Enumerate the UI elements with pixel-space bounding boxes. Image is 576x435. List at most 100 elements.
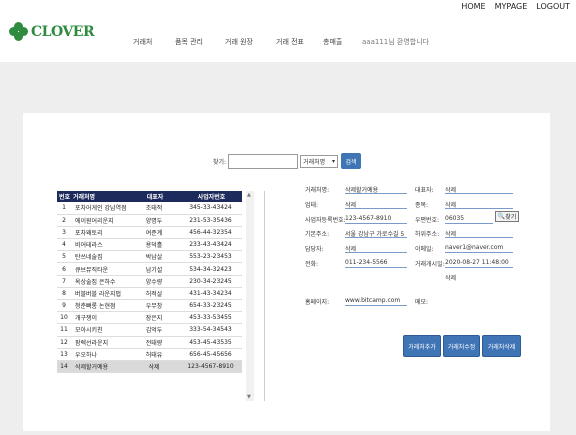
scroll-up-icon[interactable]: ▲ [247, 192, 251, 198]
item-label: 종목: [415, 202, 429, 209]
zip-search-button[interactable]: 🔍 찾기 [495, 211, 519, 222]
cell-name: 청춘뻐롱 논현점 [71, 299, 129, 313]
cell-bizno: 231-53-35436 [179, 214, 242, 227]
table-row[interactable]: 7 옥상술집 은하수 양수량 230-34-23245 [57, 275, 242, 288]
add-client-button[interactable]: 거래처추가 [403, 335, 441, 357]
cell-ceo: 남기설 [129, 262, 179, 276]
ceo-field[interactable]: 삭제 [445, 183, 513, 194]
cell-ceo: 허적살 [129, 287, 179, 301]
welcome-text: aaa111님 환영합니다 [362, 38, 430, 46]
table-row[interactable]: 3 포차왜토리 여준계 456-44-32354 [57, 226, 242, 240]
cell-bizno: 233-43-43424 [179, 238, 242, 252]
manager-field[interactable]: 삭제 [345, 242, 407, 253]
cell-ceo: 김억두 [129, 323, 179, 337]
address2-field[interactable]: 삭제 [445, 227, 513, 238]
business-field[interactable]: 삭제 [345, 198, 407, 209]
address-field[interactable]: 서울 강남구 가로수길 5 [345, 227, 407, 238]
homepage-label: 홈페이지: [305, 299, 330, 306]
cell-bizno: 431-43-34234 [179, 287, 242, 301]
nav-item-slip[interactable]: 거래 전표 [276, 37, 304, 47]
table-row[interactable]: 5 탄쓰네술집 박남살 553-23-23453 [57, 250, 242, 264]
client-table: 번호 거래처명 대표자 사업자번호 1 포차어게인 강남역점 조태적 345-33-4… [57, 191, 242, 374]
client-panel: 찾기: 거래처명 ▾ 검색 번호 거래처명 대표자 사업자번호 1 포차어게인 강… [23, 113, 550, 431]
table-row[interactable]: 6 큐브뮤직타운 남기설 534-34-32423 [57, 262, 242, 276]
cell-bizno: 656-45-45656 [179, 348, 242, 361]
delete-client-button[interactable]: 거래처삭제 [482, 335, 521, 357]
cell-ceo: 조태적 [129, 202, 179, 215]
table-header-row: 번호 거래처명 대표자 사업자번호 [57, 191, 242, 202]
table-row[interactable]: 2 에이원어리운지 양명두 231-53-35436 [57, 214, 242, 227]
memo-field[interactable] [445, 295, 513, 306]
cell-bizno: 456-44-32354 [179, 226, 242, 240]
item-field[interactable]: 삭제 [445, 198, 513, 209]
nav-item-ledger[interactable]: 거래 원장 [225, 37, 253, 47]
cell-name: 팜렉선라운지 [71, 336, 129, 349]
search-label: 찾기: [213, 158, 227, 166]
table-row[interactable]: 9 청춘뻐롱 논현점 우무창 654-33-23245 [57, 299, 242, 313]
zip-field[interactable]: 06035 [445, 213, 493, 224]
search-input[interactable] [228, 153, 299, 169]
edit-client-button[interactable]: 거래처수정 [443, 335, 480, 357]
table-row[interactable]: 12 팜렉선라운지 전태량 453-45-43535 [57, 336, 242, 349]
cell-ceo: 전태량 [129, 336, 179, 349]
start-date-label: 거래개시일: [415, 261, 445, 268]
col-header-no: 번호 [57, 191, 71, 202]
cell-ceo: 여준계 [129, 226, 179, 240]
cell-no: 11 [57, 323, 71, 337]
table-row[interactable]: 11 모아시키친 김억두 333-54-34543 [57, 323, 242, 337]
cell-bizno: 553-23-23453 [179, 250, 242, 264]
cell-bizno: 654-33-23245 [179, 299, 242, 313]
cell-name: 옥상술집 은하수 [71, 275, 129, 288]
cell-no: 14 [57, 360, 71, 374]
bizno-field[interactable]: 123-4567-8910 [345, 213, 407, 224]
logout-link[interactable]: LOGOUT [536, 2, 570, 11]
col-header-bizno: 사업자번호 [179, 191, 242, 202]
cell-name: 모아시키친 [71, 323, 129, 337]
magnifier-icon: 🔍 [497, 213, 506, 220]
scroll-down-icon[interactable]: ▼ [247, 394, 251, 400]
client-detail-form: 거래처명: 삭제할거예용 대표자: 삭제 업태: 삭제 종목: 삭제 사업자등록… [305, 113, 545, 431]
mypage-link[interactable]: MYPAGE [495, 2, 528, 11]
nav-item-client[interactable]: 거래처 [133, 37, 152, 47]
company-field[interactable]: 삭제할거예용 [345, 183, 407, 194]
cell-name: 큐브뮤직타운 [71, 262, 129, 276]
nav-item-total-sales[interactable]: 총매출 [323, 37, 342, 47]
table-row[interactable]: 1 포차어게인 강남역점 조태적 345-33-43424 [57, 202, 242, 215]
company-label: 거래처명: [305, 187, 330, 194]
client-list: 번호 거래처명 대표자 사업자번호 1 포차어게인 강남역점 조태적 345-33-4… [57, 191, 265, 401]
email-label: 이메일: [415, 246, 434, 253]
home-link[interactable]: HOME [461, 2, 485, 11]
start-date-extra: 삭제 [445, 275, 457, 282]
start-date-field[interactable]: 2020-08-27 11:48:00 [445, 257, 513, 268]
cell-ceo: 박남살 [129, 250, 179, 264]
cell-bizno: 123-4567-8910 [179, 360, 242, 374]
cell-no: 9 [57, 299, 71, 313]
logo[interactable]: CLOVER [9, 22, 95, 42]
cell-name: 포차어게인 강남역점 [71, 202, 129, 215]
ceo-label: 대표자: [415, 187, 434, 194]
cell-name: 버블버블 라운지펍 [71, 287, 129, 301]
col-header-name: 거래처명 [71, 191, 129, 202]
cell-ceo: 양수량 [129, 275, 179, 288]
cell-no: 10 [57, 311, 71, 325]
cell-bizno: 345-33-43424 [179, 202, 242, 215]
phone-field[interactable]: 011-234-5566 [345, 257, 407, 268]
table-row-selected[interactable]: 14 삭제할거예용 삭제 123-4567-8910 [57, 360, 242, 374]
cell-name: 개구쟁이 [71, 311, 129, 325]
clover-icon [9, 22, 29, 42]
table-row[interactable]: 4 비어테라스 용덕흘 233-43-43424 [57, 238, 242, 252]
list-scrollbar[interactable]: ▲ ▼ [246, 191, 254, 401]
table-row[interactable]: 13 우오하나 허태유 656-45-45656 [57, 348, 242, 361]
col-header-ceo: 대표자 [129, 191, 179, 202]
zip-label: 우편번호: [415, 217, 440, 224]
table-row[interactable]: 8 버블버블 라운지펍 허적살 431-43-34234 [57, 287, 242, 301]
cell-bizno: 333-54-34543 [179, 323, 242, 337]
top-bar: HOME MYPAGE LOGOUT CLOVER 거래처 품목 관리 거래 원… [0, 0, 576, 62]
homepage-field[interactable]: www.bitcamp.com [345, 295, 407, 306]
table-row[interactable]: 10 개구쟁이 장은지 453-33-53455 [57, 311, 242, 325]
nav-item-products[interactable]: 품목 관리 [175, 37, 203, 47]
cell-bizno: 453-45-43535 [179, 336, 242, 349]
cell-no: 8 [57, 287, 71, 301]
email-field[interactable]: naver1@naver.com [445, 242, 513, 253]
cell-ceo: 장은지 [129, 311, 179, 325]
